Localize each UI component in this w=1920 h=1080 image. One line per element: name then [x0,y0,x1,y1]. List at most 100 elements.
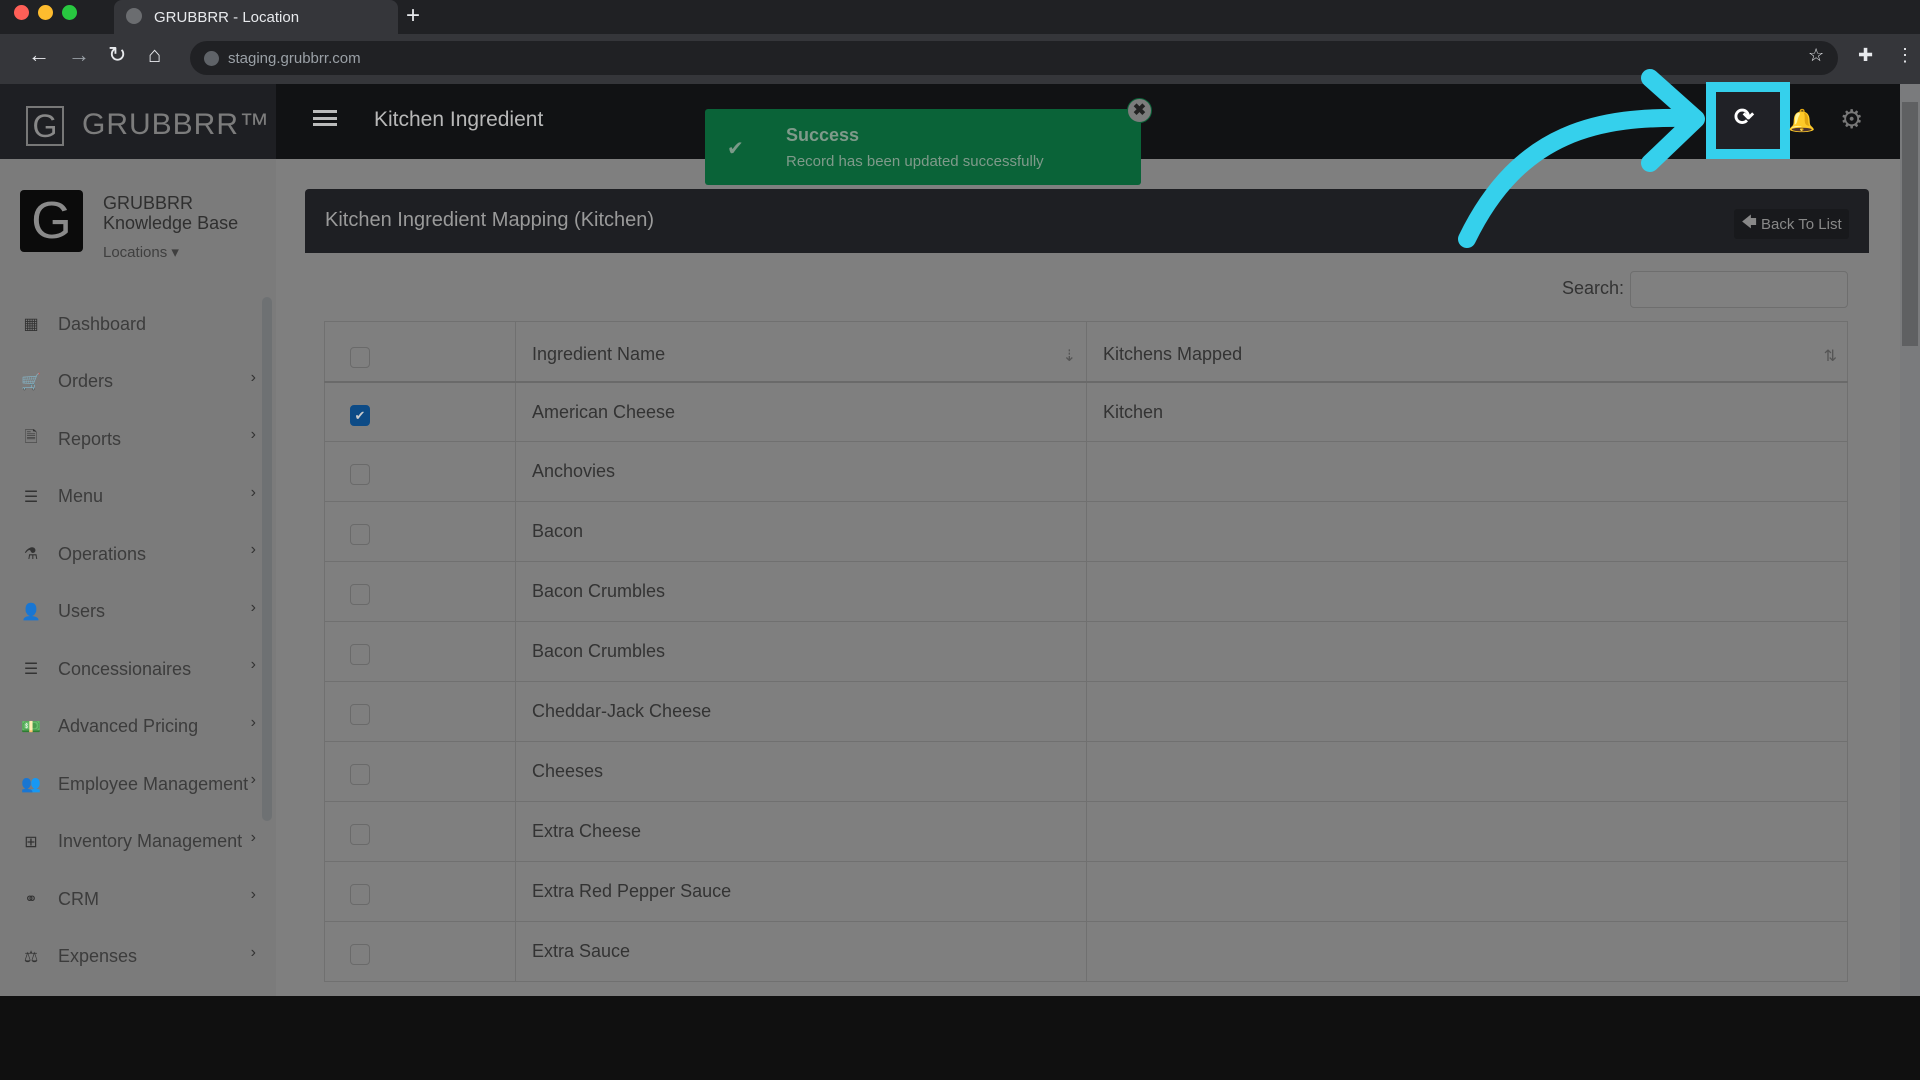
ingredient-name-cell: Extra Red Pepper Sauce [515,861,1087,922]
sidebar-item-crm[interactable]: ⚭ CRM › [0,874,262,924]
panel-title: Kitchen Ingredient Mapping (Kitchen) [325,209,655,231]
table-row[interactable]: Cheeses [324,741,1848,802]
sidebar-item-employee-management[interactable]: 👥 Employee Management › [0,759,262,809]
row-checkbox[interactable] [350,764,370,785]
sidebar-item-advanced-pricing[interactable]: 💵 Advanced Pricing › [0,702,262,752]
row-checkbox[interactable] [350,644,370,665]
users-icon: 👥 [21,776,41,793]
minimize-window-button[interactable] [38,5,53,20]
document-icon: 🗎 [24,428,38,446]
chevron-right-icon: › [250,713,256,731]
column-kitchens-mapped[interactable]: Kitchens Mapped ⇅ [1086,321,1848,383]
table-row[interactable]: Bacon Crumbles [324,621,1848,682]
select-all-checkbox[interactable] [350,347,370,368]
ingredient-name-cell: Bacon [515,501,1087,562]
sidebar-item-concessionaires[interactable]: ☰ Concessionaires › [0,644,262,694]
sidebar-item-label: Employee Management [58,773,249,794]
row-checkbox[interactable] [350,824,370,845]
column-label: Ingredient Name [532,344,666,364]
sort-ascending-icon[interactable]: ⇣ [1063,346,1076,366]
search-input[interactable] [1630,271,1848,308]
kitchens-mapped-cell [1086,681,1848,742]
new-tab-button[interactable]: + [406,2,420,30]
forward-icon[interactable]: → [68,42,90,68]
sidebar-item-label: Reports [58,428,122,449]
home-icon[interactable]: ⌂ [148,42,161,68]
brand-logo[interactable]: G [26,106,64,146]
globe-icon [126,8,142,24]
sidebar-item-expenses[interactable]: ⚖ Expenses › [0,932,262,982]
sidebar-item-menu[interactable]: ☰ Menu › [0,472,262,522]
refresh-icon[interactable]: ⟳ [1734,103,1754,132]
sort-icon[interactable]: ⇅ [1824,346,1837,366]
table-row[interactable]: Extra Cheese [324,801,1848,862]
sidebar-item-reports[interactable]: 🗎 Reports › [0,414,262,464]
brand-name: GRUBBRR™ [82,108,271,141]
row-checkbox[interactable]: ✔ [350,404,370,426]
select-all-cell [324,321,516,383]
table-row[interactable]: Bacon Crumbles [324,561,1848,622]
column-ingredient-name[interactable]: Ingredient Name ⇣ [515,321,1087,383]
user-plus-icon: 👤 [21,603,41,621]
select-cell: ✔ [324,381,516,442]
browser-menu-icon[interactable]: ⋮ [1896,45,1914,66]
tab-title: GRUBBRR - Location [154,8,300,26]
kitchens-mapped-cell [1086,621,1848,682]
back-icon[interactable]: ← [28,42,50,68]
table-row[interactable]: Extra Sauce [324,921,1848,982]
gear-icon[interactable]: ⚙ [1840,104,1863,135]
scrollbar-thumb[interactable] [1902,102,1918,346]
row-checkbox[interactable] [350,524,370,545]
select-cell [324,861,516,922]
sidebar-item-inventory-management[interactable]: ⊞ Inventory Management › [0,817,262,867]
sidebar-item-label: Orders [58,371,114,391]
table-row[interactable]: Bacon [324,501,1848,562]
table-row[interactable]: Anchovies [324,441,1848,502]
globe-icon [204,51,219,66]
row-checkbox[interactable] [350,704,370,725]
select-cell [324,921,516,982]
table-row[interactable]: ✔ American Cheese Kitchen [324,381,1848,442]
cart-icon: 🛒 [21,373,41,391]
table-row[interactable]: Cheddar-Jack Cheese [324,681,1848,742]
bookmark-star-icon[interactable]: ☆ [1808,45,1824,66]
extensions-icon[interactable]: ✚ [1858,45,1873,66]
table-row[interactable]: Extra Red Pepper Sauce [324,861,1848,922]
locations-dropdown[interactable]: Locations ▾ [103,243,179,261]
browser-tab[interactable]: GRUBBRR - Location [114,0,398,34]
select-cell [324,741,516,802]
back-to-list-button[interactable]: 🡄 Back To List [1734,209,1849,239]
row-checkbox[interactable] [350,884,370,905]
sidebar-item-label: Menu [58,486,104,506]
chevron-right-icon: › [250,541,256,558]
sidebar-item-label: Advanced Pricing [58,716,199,736]
hamburger-menu-icon[interactable] [313,110,337,126]
maximize-window-button[interactable] [62,5,77,20]
select-cell [324,621,516,682]
address-bar[interactable]: staging.grubbrr.com [190,41,1838,75]
chevron-right-icon: › [250,598,256,616]
ingredient-name-cell: Anchovies [515,441,1087,502]
sidebar-item-dashboard[interactable]: ▦ Dashboard [0,299,262,349]
sidebar-item-orders[interactable]: 🛒 Orders › [0,357,262,407]
close-window-button[interactable] [14,5,29,20]
toast-close-button[interactable]: ✖ [1127,98,1152,123]
ingredient-name-cell: Cheeses [515,741,1087,802]
flask-icon: ⚗ [23,546,39,563]
row-checkbox[interactable] [350,584,370,605]
ingredient-name-cell: Bacon Crumbles [515,561,1087,622]
row-checkbox[interactable] [350,944,370,965]
reload-icon[interactable]: ↻ [108,42,126,68]
toast-title: Success [786,125,860,145]
chevron-right-icon: › [250,656,256,673]
bell-icon[interactable]: 🔔 [1788,108,1815,134]
select-cell [324,441,516,502]
list-icon: ☰ [23,661,39,678]
sidebar-item-operations[interactable]: ⚗ Operations › [0,529,262,579]
toast-message: Record has been updated successfully [786,153,1044,170]
sidebar-item-label: Users [58,601,106,621]
sidebar-scrollbar[interactable] [262,297,272,821]
row-checkbox[interactable] [350,464,370,485]
sidebar-item-users[interactable]: 👤 Users › [0,587,262,637]
sidebar-item-label: Operations [58,543,147,564]
